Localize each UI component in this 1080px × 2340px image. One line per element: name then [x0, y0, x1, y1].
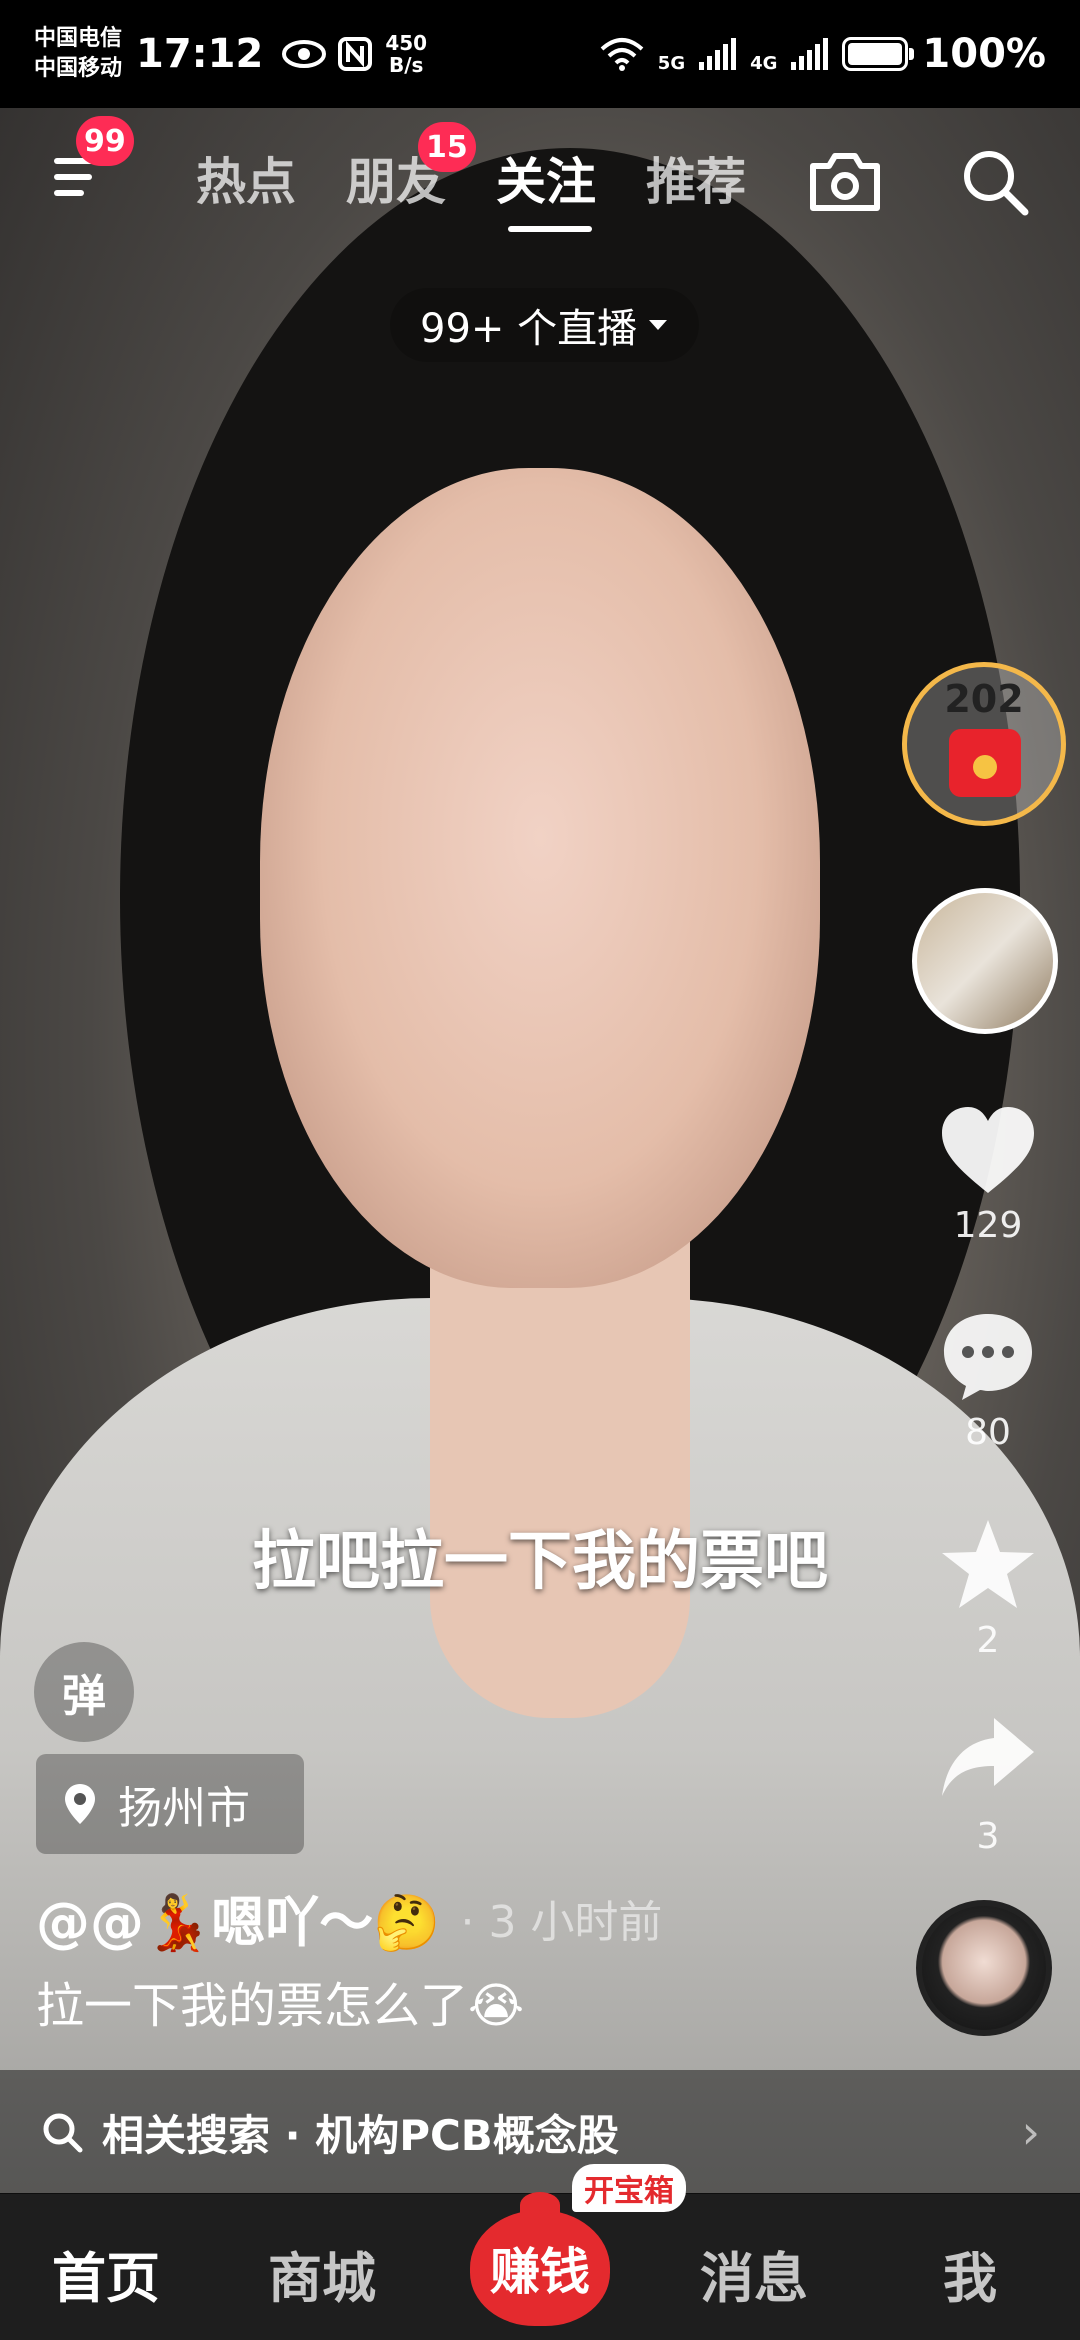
red-packet-count: 202	[944, 677, 1024, 721]
author-line: @@💃嗯吖～🤔 · 3 小时前	[36, 1878, 662, 1957]
carrier-names: 中国电信 中国移动	[34, 24, 122, 84]
camera-icon	[810, 153, 880, 211]
nfc-icon	[338, 37, 373, 71]
video-text-overlay: 拉吧拉一下我的票吧	[252, 1525, 828, 1599]
search-icon	[964, 151, 1029, 216]
tab-hot[interactable]: 热点	[196, 142, 296, 214]
red-packet-icon	[949, 729, 1021, 797]
comment-icon	[944, 1314, 1032, 1400]
post-time: · 3 小时前	[460, 1896, 663, 1948]
nav-mall[interactable]: 商城	[268, 2234, 376, 2313]
nav-me[interactable]: 我	[943, 2234, 997, 2313]
top-nav: 99 热点 朋友 15 关注 推荐	[0, 116, 1080, 240]
open-treasure-tag[interactable]: 开宝箱	[572, 2164, 686, 2212]
comment-count: 80	[965, 1412, 1011, 1453]
wifi-icon	[600, 38, 644, 71]
eye-icon	[282, 40, 327, 68]
search-icon	[43, 2113, 83, 2153]
tab-recommend[interactable]: 推荐	[646, 142, 746, 214]
earn-money-button[interactable]: 赚钱	[470, 2192, 610, 2326]
carrier-1: 中国电信	[34, 26, 123, 51]
search-button[interactable]	[955, 142, 1035, 222]
music-disc-avatar[interactable]	[916, 1900, 1052, 2036]
live-count-dropdown[interactable]: 99+ 个直播	[390, 288, 700, 362]
earn-label: 赚钱	[490, 2243, 590, 2301]
tab-following[interactable]: 关注	[496, 142, 596, 214]
related-search-label: 相关搜索 · 机构PCB概念股	[102, 2110, 619, 2160]
status-bar: 中国电信 中国移动 17:12 450 B/s 5G 4G 100%	[0, 0, 1080, 108]
network-speed: 450 B/s	[385, 32, 427, 76]
danmu-label: 弹	[62, 1671, 106, 1722]
creator-avatar[interactable]	[912, 888, 1058, 1034]
friends-badge: 15	[418, 122, 476, 172]
like-count: 129	[953, 1205, 1023, 1246]
net-type-4g: 4G	[750, 53, 778, 74]
clock: 17:12	[136, 31, 264, 77]
battery-icon	[842, 37, 915, 71]
net-speed-value: 450	[385, 31, 428, 55]
share-arrow-icon	[942, 1718, 1034, 1796]
menu-badge: 99	[76, 116, 134, 166]
share-button[interactable]: 3	[928, 1712, 1048, 1857]
chevron-right-icon: ›	[1021, 2105, 1040, 2159]
location-chip[interactable]: 扬州市	[36, 1754, 304, 1854]
net-speed-unit: B/s	[388, 53, 424, 77]
video-frame-face	[260, 468, 820, 1288]
active-tab-indicator	[508, 226, 592, 232]
caret-down-icon	[649, 320, 668, 330]
danmu-toggle-button[interactable]: 弹	[34, 1642, 134, 1742]
video-frame-neck	[430, 1238, 690, 1718]
live-count-label: 99+ 个直播	[420, 306, 638, 352]
red-packet-button[interactable]: 202	[902, 662, 1066, 826]
video-description[interactable]: 拉一下我的票怎么了😭	[36, 1966, 524, 2036]
signal-icon-2	[791, 38, 829, 70]
author-name[interactable]: @@💃嗯吖～🤔	[36, 1878, 440, 1957]
carrier-2: 中国移动	[34, 56, 123, 81]
location-pin-icon	[65, 1784, 95, 1824]
battery-percent: 100%	[922, 31, 1046, 77]
share-count: 3	[976, 1816, 1000, 1857]
like-button[interactable]: 129	[928, 1105, 1048, 1246]
camera-button[interactable]	[805, 142, 885, 222]
heart-icon	[942, 1107, 1034, 1193]
nav-messages[interactable]: 消息	[700, 2234, 808, 2313]
net-type-5g: 5G	[657, 53, 686, 74]
signal-icon-1	[699, 38, 737, 70]
comment-button[interactable]: 80	[928, 1308, 1048, 1453]
related-search-bar[interactable]: 相关搜索 · 机构PCB概念股 ›	[0, 2070, 1080, 2194]
nav-home[interactable]: 首页	[52, 2234, 160, 2313]
location-label: 扬州市	[118, 1783, 250, 1834]
favorite-count: 2	[976, 1620, 1000, 1661]
